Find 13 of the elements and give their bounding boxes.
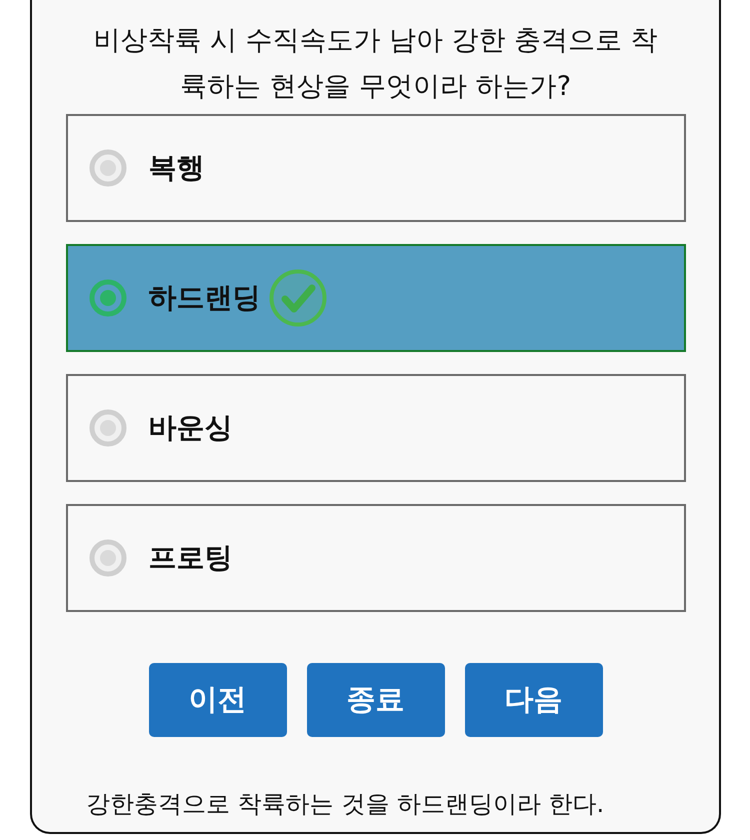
question-text: 비상착륙 시 수직속도가 남아 강한 충격으로 착륙하는 현상을 무엇이라 하는가? xyxy=(92,24,659,104)
nav-button[interactable]: 종료 xyxy=(306,663,444,737)
answer-option[interactable]: 하드랜딩 xyxy=(66,244,686,352)
radio-icon xyxy=(88,149,126,187)
explanation-text: 강한충격으로 착륙하는 것을 하드랜딩이라 한다. xyxy=(86,789,604,819)
answer-option[interactable]: 프로팅 xyxy=(66,504,686,612)
nav-button[interactable]: 이전 xyxy=(148,663,286,737)
radio-icon xyxy=(88,539,126,577)
nav-button[interactable]: 다음 xyxy=(464,663,602,737)
answer-option[interactable]: 복행 xyxy=(66,114,686,222)
radio-icon xyxy=(88,409,126,447)
radio-icon xyxy=(88,279,126,317)
answer-option[interactable]: 바운싱 xyxy=(66,374,686,482)
